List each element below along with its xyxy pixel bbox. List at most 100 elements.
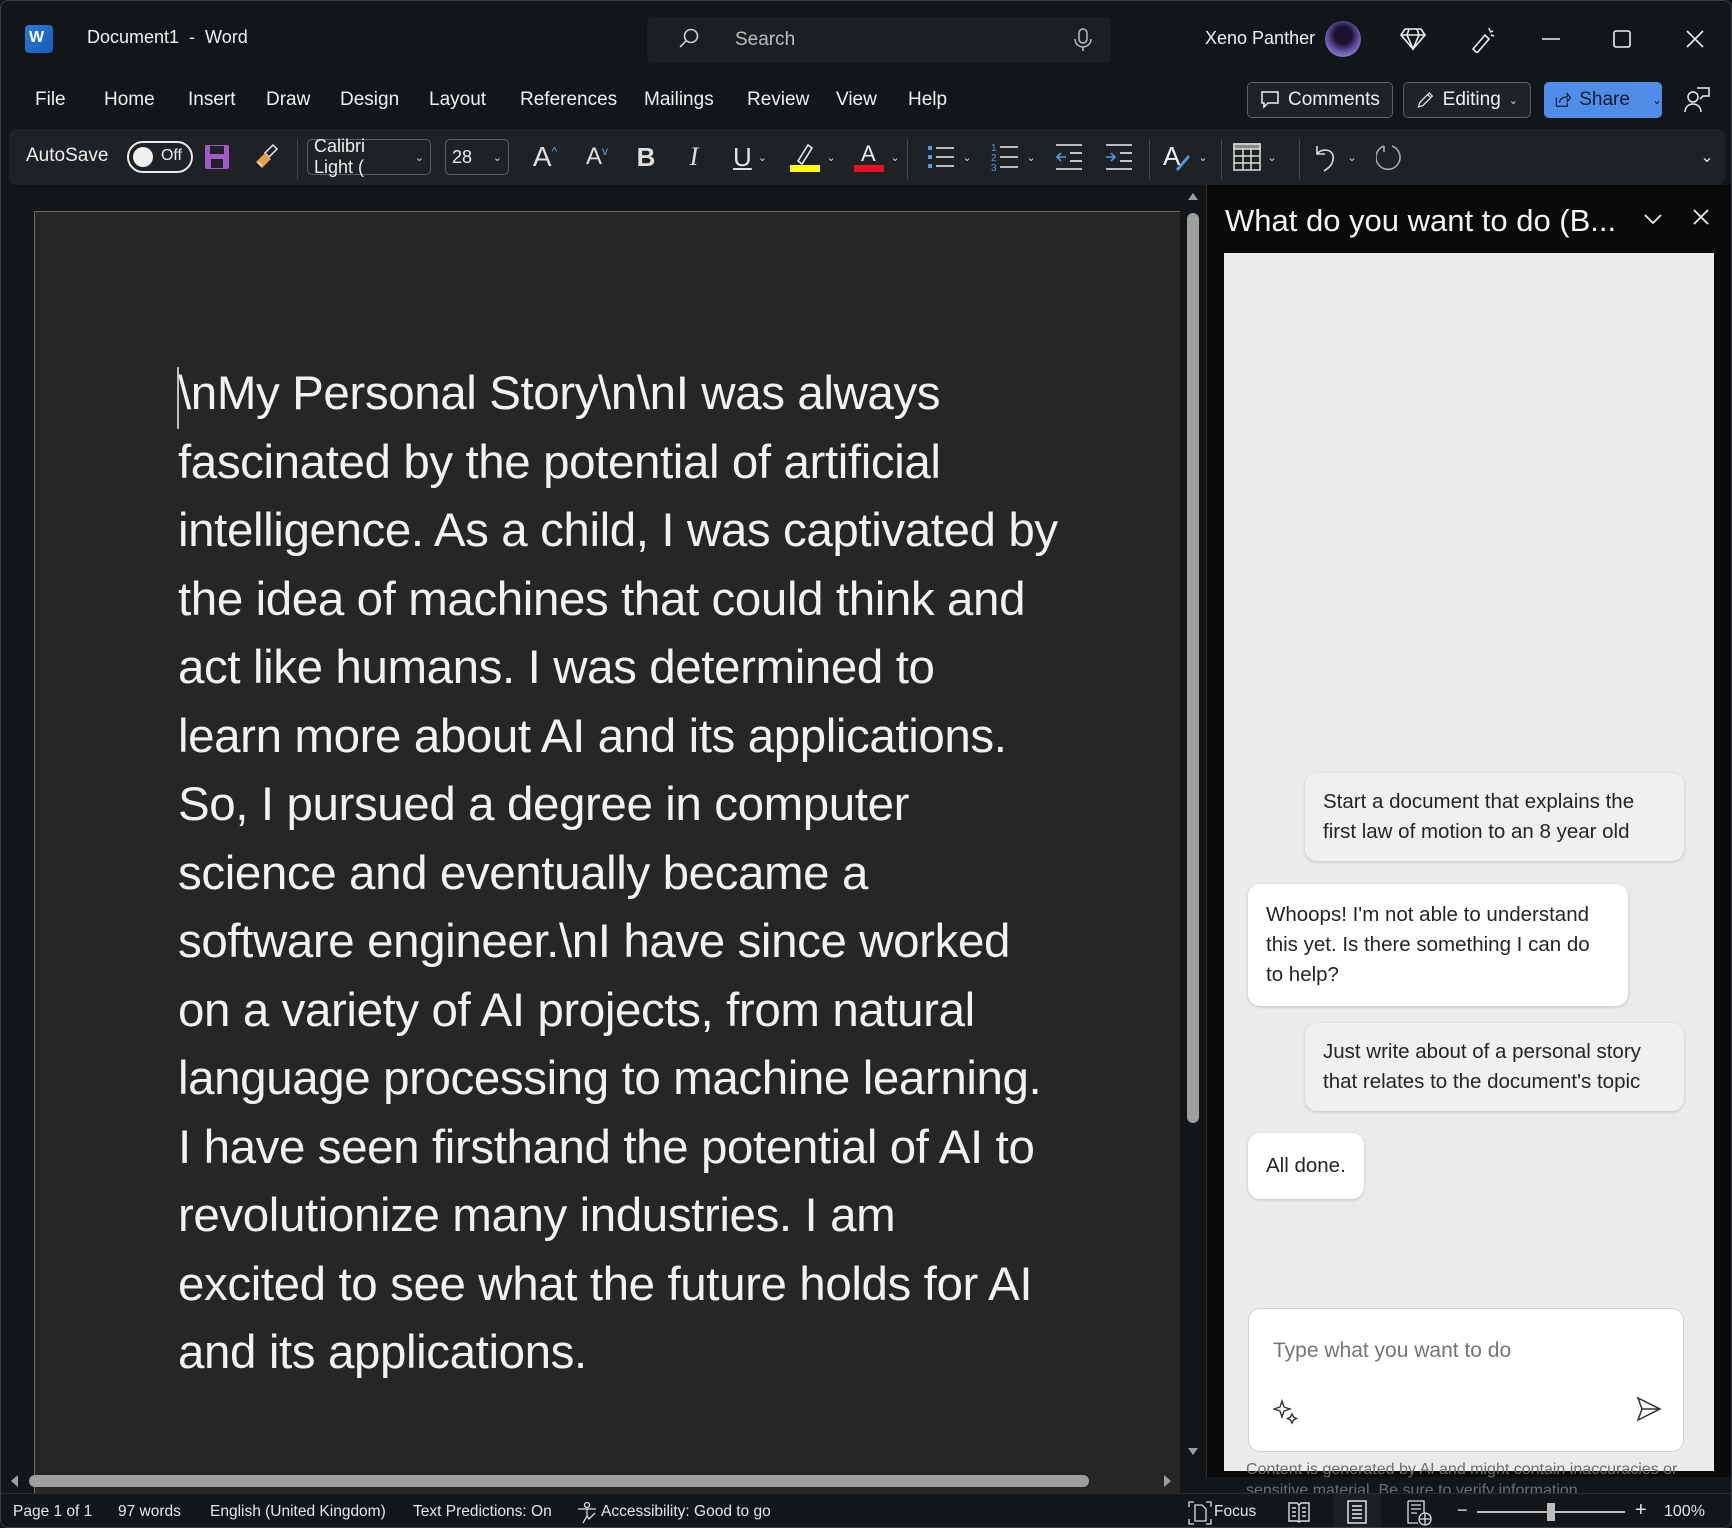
zoom-out-button[interactable]: −	[1457, 1500, 1468, 1521]
ribbon-expand-icon[interactable]: ⌄	[1693, 137, 1721, 177]
highlighter-icon	[790, 143, 821, 172]
chevron-down-icon: ⌄	[1198, 151, 1208, 164]
horizontal-scroll-thumb[interactable]	[29, 1475, 1089, 1487]
ribbon-separator	[297, 139, 298, 179]
document-line: the idea of machines that could think an…	[178, 572, 1026, 626]
premium-diamond-icon[interactable]	[1397, 23, 1429, 55]
microphone-icon[interactable]	[1073, 27, 1093, 53]
tab-draw[interactable]: Draw	[266, 89, 310, 111]
table-icon	[1233, 143, 1262, 171]
text-predictions-status[interactable]: Text Predictions: On	[413, 1503, 552, 1521]
coauthor-presence-icon[interactable]	[1681, 84, 1713, 116]
numbering-button[interactable]: 123 ⌄	[985, 137, 1041, 177]
underline-button[interactable]: U ⌄	[725, 137, 775, 177]
share-icon	[1555, 92, 1572, 107]
user-avatar[interactable]	[1325, 21, 1361, 57]
comments-button[interactable]: Comments	[1247, 82, 1393, 118]
tab-insert[interactable]: Insert	[188, 89, 236, 111]
chat-message-assistant: Whoops! I'm not able to understand this …	[1248, 884, 1628, 1006]
tab-file[interactable]: File	[35, 89, 66, 111]
chevron-down-icon: ⌄	[1267, 151, 1277, 164]
numbered-list-icon: 123	[991, 143, 1019, 172]
chevron-down-icon: ⌄	[757, 151, 767, 164]
accessibility-status[interactable]: Accessibility: Good to go	[601, 1503, 771, 1521]
chevron-down-icon: ⌄	[414, 151, 424, 164]
account-name[interactable]: Xeno Panther	[1205, 28, 1315, 49]
highlight-color-button[interactable]: ⌄	[785, 137, 841, 177]
focus-button[interactable]: Focus	[1214, 1503, 1256, 1521]
font-name-dropdown[interactable]: Calibri Light ( ⌄	[307, 136, 431, 177]
tab-mailings[interactable]: Mailings	[644, 89, 714, 111]
format-painter-icon	[256, 143, 279, 168]
vertical-scroll-thumb[interactable]	[1187, 213, 1199, 1123]
sparkle-prompts-icon[interactable]	[1273, 1399, 1299, 1425]
chevron-down-icon: ⌄	[1508, 94, 1518, 107]
undo-button[interactable]: ⌄	[1307, 137, 1363, 177]
bold-icon: B	[636, 141, 656, 172]
page-count[interactable]: Page 1 of 1	[13, 1503, 92, 1521]
share-button[interactable]: Share ⌄	[1544, 82, 1662, 118]
scroll-up-arrow-icon[interactable]	[1187, 191, 1199, 201]
print-layout-view-button[interactable]	[1333, 1494, 1381, 1527]
bold-button[interactable]: B	[629, 137, 663, 177]
scroll-down-arrow-icon[interactable]	[1187, 1447, 1199, 1457]
language-status[interactable]: English (United Kingdom)	[210, 1503, 386, 1521]
autosave-toggle[interactable]: Off	[127, 141, 193, 173]
pane-close-icon[interactable]	[1687, 203, 1715, 231]
tab-design[interactable]: Design	[340, 89, 399, 111]
zoom-slider-thumb[interactable]	[1547, 1503, 1555, 1521]
tab-references[interactable]: References	[520, 89, 617, 111]
decrease-indent-button[interactable]	[1049, 137, 1089, 177]
save-button[interactable]	[201, 137, 233, 177]
grow-font-button[interactable]: A^	[525, 137, 565, 177]
tab-help[interactable]: Help	[908, 89, 947, 111]
tab-review[interactable]: Review	[747, 89, 809, 111]
scroll-right-arrow-icon[interactable]	[1163, 1474, 1173, 1488]
send-icon[interactable]	[1635, 1395, 1663, 1423]
share-dropdown-icon[interactable]: ⌄	[1652, 93, 1662, 107]
title-bar: W Document1 - Word Search Xeno Panther	[1, 1, 1731, 77]
document-body[interactable]: \nMy Personal Story\n\nI was always fasci…	[178, 360, 1098, 1388]
table-button[interactable]: ⌄	[1227, 137, 1283, 177]
comments-label: Comments	[1288, 89, 1380, 110]
shrink-font-button[interactable]: Av	[577, 137, 617, 177]
ribbon-separator	[1149, 139, 1150, 179]
search-box[interactable]: Search	[647, 17, 1111, 63]
font-size-dropdown[interactable]: 28 ⌄	[445, 139, 509, 175]
web-layout-icon[interactable]	[1406, 1500, 1432, 1526]
word-count[interactable]: 97 words	[118, 1503, 181, 1521]
font-color-button[interactable]: A ⌄	[849, 137, 905, 177]
format-painter-button[interactable]	[249, 137, 285, 177]
scroll-left-arrow-icon[interactable]	[9, 1474, 19, 1488]
prompt-input[interactable]	[1273, 1339, 1653, 1363]
chevron-down-icon: ⌄	[1026, 151, 1036, 164]
tab-view[interactable]: View	[836, 89, 877, 111]
tab-home[interactable]: Home	[104, 89, 155, 111]
close-window-icon[interactable]	[1679, 23, 1711, 55]
document-line: intelligence. As a child, I was captivat…	[178, 504, 1058, 557]
maximize-icon[interactable]	[1606, 23, 1638, 55]
styles-button[interactable]: A ⌄	[1157, 137, 1213, 177]
designer-wand-icon[interactable]	[1467, 23, 1499, 55]
editing-mode-button[interactable]: Editing ⌄	[1403, 82, 1531, 118]
prompt-input-box[interactable]	[1248, 1308, 1684, 1452]
read-mode-icon[interactable]	[1287, 1500, 1311, 1524]
document-page[interactable]: \nMy Personal Story\n\nI was always fasci…	[34, 211, 1180, 1511]
pane-options-chevron-icon[interactable]	[1639, 205, 1667, 233]
bullets-button[interactable]: ⌄	[921, 137, 977, 177]
redo-icon	[1376, 145, 1401, 171]
undo-icon	[1316, 146, 1335, 172]
horizontal-scrollbar[interactable]	[7, 1471, 1177, 1489]
zoom-level[interactable]: 100%	[1664, 1503, 1705, 1521]
increase-indent-button[interactable]	[1099, 137, 1139, 177]
tab-layout[interactable]: Layout	[429, 89, 486, 111]
minimize-icon[interactable]	[1535, 23, 1567, 55]
word-logo-icon: W	[25, 25, 56, 53]
italic-button[interactable]: I	[677, 137, 711, 177]
status-bar: Page 1 of 1 97 words English (United Kin…	[1, 1493, 1731, 1527]
vertical-scrollbar[interactable]	[1186, 191, 1200, 1461]
zoom-in-button[interactable]: +	[1635, 1499, 1647, 1522]
autosave-state: Off	[160, 147, 182, 164]
pencil-icon	[1417, 92, 1434, 108]
redo-button[interactable]	[1371, 137, 1411, 177]
